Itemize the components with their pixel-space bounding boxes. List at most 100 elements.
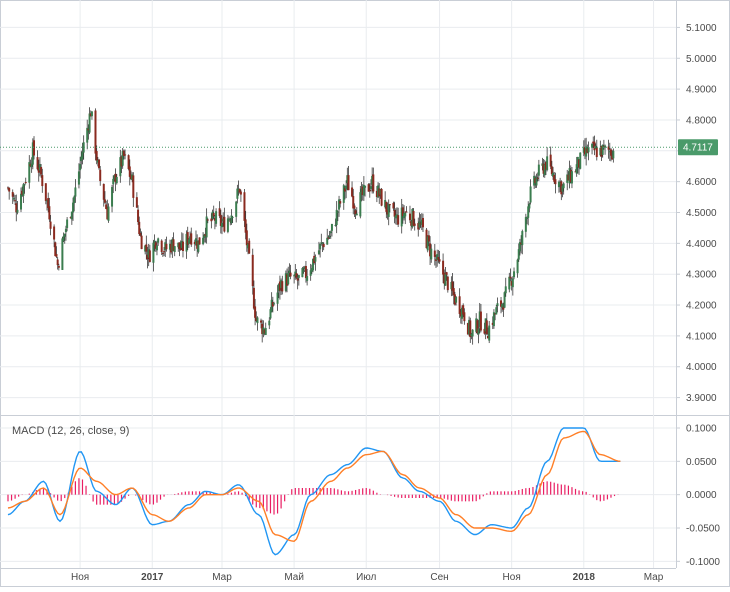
candle-body[interactable] xyxy=(155,245,158,251)
candle-body[interactable] xyxy=(437,257,440,260)
candle-body[interactable] xyxy=(347,175,350,191)
candle-body[interactable] xyxy=(444,273,447,286)
candle-body[interactable] xyxy=(251,254,254,287)
candle-body[interactable] xyxy=(321,242,324,244)
candle-body[interactable] xyxy=(248,240,251,254)
candle-body[interactable] xyxy=(438,259,441,262)
candle-body[interactable] xyxy=(44,183,47,201)
candle-body[interactable] xyxy=(314,257,317,262)
candle-body[interactable] xyxy=(368,189,371,192)
candle-body[interactable] xyxy=(433,250,436,257)
candle-body[interactable] xyxy=(206,219,209,221)
candle-body[interactable] xyxy=(135,197,138,208)
candle-body[interactable] xyxy=(380,188,383,206)
candle-body[interactable] xyxy=(12,198,15,200)
candle-body[interactable] xyxy=(528,203,531,209)
candle-body[interactable] xyxy=(72,202,75,213)
candle-body[interactable] xyxy=(306,276,309,281)
candle-body[interactable] xyxy=(295,273,298,278)
candle-body[interactable] xyxy=(364,185,367,188)
candle-body[interactable] xyxy=(334,224,337,226)
candle-body[interactable] xyxy=(226,218,229,232)
candle-body[interactable] xyxy=(446,276,449,291)
candle-body[interactable] xyxy=(73,196,76,204)
candle-body[interactable] xyxy=(355,213,358,216)
candle-body[interactable] xyxy=(418,221,421,228)
candle-body[interactable] xyxy=(392,202,395,209)
candle-body[interactable] xyxy=(202,237,205,245)
candle-body[interactable] xyxy=(210,218,213,222)
candle-body[interactable] xyxy=(471,329,474,337)
candle-body[interactable] xyxy=(536,177,539,179)
candle-body[interactable] xyxy=(287,273,290,285)
candle-body[interactable] xyxy=(49,221,52,229)
candle-body[interactable] xyxy=(546,156,549,170)
candle-body[interactable] xyxy=(427,235,430,242)
candle-body[interactable] xyxy=(220,222,223,228)
candle-body[interactable] xyxy=(70,211,73,220)
candle-body[interactable] xyxy=(24,182,27,184)
candle-body[interactable] xyxy=(495,307,498,315)
candle-body[interactable] xyxy=(36,157,39,170)
candle-body[interactable] xyxy=(496,303,499,307)
candle-body[interactable] xyxy=(102,183,105,200)
candle-body[interactable] xyxy=(289,272,292,277)
candle-body[interactable] xyxy=(252,287,255,309)
candle-body[interactable] xyxy=(413,223,416,226)
candle-body[interactable] xyxy=(511,278,514,288)
candle-body[interactable] xyxy=(190,233,193,245)
candle-body[interactable] xyxy=(161,253,164,255)
candle-body[interactable] xyxy=(95,151,98,161)
candle-body[interactable] xyxy=(165,243,168,250)
candle-body[interactable] xyxy=(212,213,215,217)
candle-body[interactable] xyxy=(326,237,329,245)
candle-body[interactable] xyxy=(137,209,140,223)
candle-body[interactable] xyxy=(41,175,44,187)
candle-body[interactable] xyxy=(328,235,331,238)
candle-body[interactable] xyxy=(388,204,391,206)
candle-body[interactable] xyxy=(296,278,299,281)
candle-body[interactable] xyxy=(408,213,411,221)
candle-body[interactable] xyxy=(235,201,238,217)
candle-body[interactable] xyxy=(14,200,17,202)
candle-body[interactable] xyxy=(405,211,408,213)
candle-body[interactable] xyxy=(107,206,110,221)
candle-body[interactable] xyxy=(62,236,65,241)
candle-body[interactable] xyxy=(112,178,115,185)
candle-body[interactable] xyxy=(317,250,320,255)
candle-body[interactable] xyxy=(421,217,424,228)
candle-body[interactable] xyxy=(488,325,491,341)
candle-body[interactable] xyxy=(508,276,511,290)
candle-body[interactable] xyxy=(90,111,93,117)
candle-body[interactable] xyxy=(477,328,480,335)
candle-body[interactable] xyxy=(163,251,166,253)
candle-body[interactable] xyxy=(81,151,84,160)
candle-body[interactable] xyxy=(138,221,141,235)
candle-body[interactable] xyxy=(412,210,415,226)
candle-body[interactable] xyxy=(372,174,375,192)
candle-body[interactable] xyxy=(338,199,341,210)
candle-body[interactable] xyxy=(16,209,19,213)
candle-body[interactable] xyxy=(504,286,507,294)
candle-body[interactable] xyxy=(397,215,400,225)
candle-body[interactable] xyxy=(74,187,77,197)
candle-body[interactable] xyxy=(369,186,372,189)
candle-body[interactable] xyxy=(63,233,66,237)
candle-body[interactable] xyxy=(554,179,557,185)
candle-body[interactable] xyxy=(570,171,573,184)
candle-body[interactable] xyxy=(157,238,160,243)
candle-body[interactable] xyxy=(359,192,362,217)
candle-body[interactable] xyxy=(256,317,259,324)
candle-body[interactable] xyxy=(239,191,242,195)
candle-body[interactable] xyxy=(254,306,257,318)
candle-body[interactable] xyxy=(57,265,60,268)
candle-body[interactable] xyxy=(612,150,615,159)
candle-body[interactable] xyxy=(387,203,390,217)
candle-body[interactable] xyxy=(268,320,271,326)
candle-body[interactable] xyxy=(56,259,59,266)
candle-body[interactable] xyxy=(111,187,114,207)
candle-body[interactable] xyxy=(273,303,276,305)
candle-body[interactable] xyxy=(562,183,565,189)
candle-body[interactable] xyxy=(463,312,466,322)
candle-body[interactable] xyxy=(301,268,304,278)
